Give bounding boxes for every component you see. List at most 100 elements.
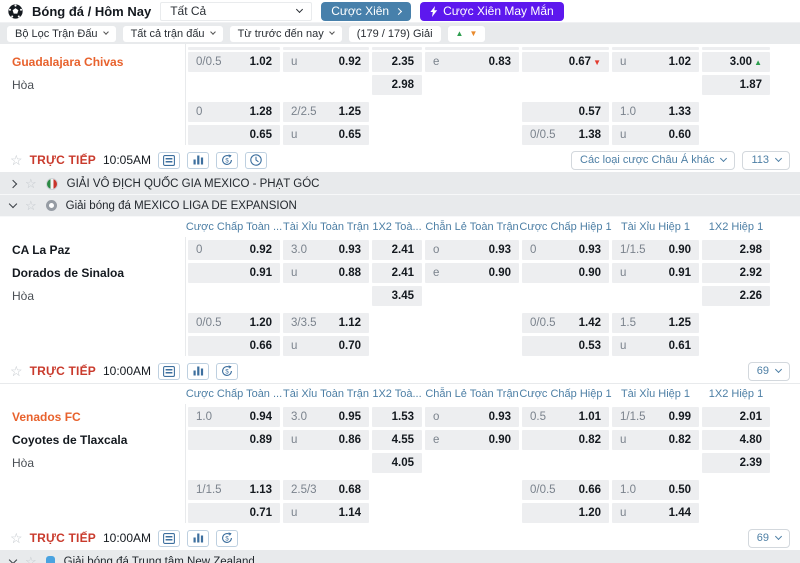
odds-cell[interactable]: 0.66 (188, 336, 280, 356)
league-header-new-zealand[interactable]: ☆ Giải bóng đá Trung tâm New Zealand (0, 551, 800, 563)
cashout-icon[interactable]: $ (216, 530, 238, 547)
odds-cell[interactable]: 2.26 (702, 286, 770, 306)
column-header[interactable]: 1X2 Hiệp 1 (709, 221, 763, 233)
odds-cell[interactable]: 2/2.51.25 (283, 102, 369, 122)
odds-cell[interactable]: 0/0.51.20 (188, 313, 280, 333)
odds-cell[interactable]: e0.90 (425, 430, 519, 450)
odds-cell[interactable]: 2.41 (372, 263, 422, 283)
odds-cell[interactable]: 0.51.01 (522, 407, 609, 427)
sort-button[interactable]: ▲ ▼ (448, 26, 486, 42)
column-header[interactable]: 1X2 Toà... (372, 388, 421, 400)
odds-cell[interactable]: 0.57 (522, 102, 609, 122)
odds-cell[interactable]: 0.67▼ (522, 52, 609, 72)
match-filter-chip[interactable]: Bộ Lọc Trận Đấu (7, 26, 116, 42)
odds-cell[interactable]: 3.00.95 (283, 407, 369, 427)
star-icon[interactable]: ☆ (25, 177, 37, 190)
stats-icon[interactable] (187, 530, 209, 547)
odds-cell[interactable]: 2.98 (372, 75, 422, 95)
odds-cell[interactable]: o0.93 (425, 407, 519, 427)
odds-cell[interactable]: e0.83 (425, 52, 519, 72)
more-bets-chip[interactable]: 113 (742, 151, 790, 170)
column-header[interactable]: Cược Chấp Hiệp 1 (519, 388, 611, 400)
column-header[interactable]: Tài Xỉu Hiệp 1 (621, 388, 690, 400)
odds-cell[interactable]: 0/0.51.38 (522, 125, 609, 145)
odds-cell[interactable]: u0.61 (612, 336, 699, 356)
odds-cell[interactable]: 0.65 (188, 125, 280, 145)
lucky-parlay-button[interactable]: Cược Xiên May Mắn (420, 2, 564, 21)
odds-cell[interactable]: 2.01 (702, 407, 770, 427)
odds-cell[interactable]: 2.92 (702, 263, 770, 283)
odds-cell[interactable]: 1.53 (372, 407, 422, 427)
odds-cell[interactable]: u0.92 (283, 52, 369, 72)
odds-cell[interactable]: u0.65 (283, 125, 369, 145)
odds-cell[interactable]: 3/3.51.12 (283, 313, 369, 333)
league-filter-select[interactable]: Tất Cả (160, 2, 312, 21)
column-header[interactable]: Cược Chấp Toàn ... (186, 388, 282, 400)
more-bets-chip[interactable]: 69 (748, 529, 790, 548)
odds-cell[interactable]: 0.71 (188, 503, 280, 523)
odds-cell[interactable]: 00.92 (188, 240, 280, 260)
column-header[interactable]: Cược Chấp Hiệp 1 (519, 221, 611, 233)
odds-cell[interactable]: 0/0.51.02 (188, 52, 280, 72)
odds-cell[interactable]: 0.90 (522, 263, 609, 283)
odds-cell[interactable]: 1/1.50.90 (612, 240, 699, 260)
odds-cell[interactable]: 1/1.51.13 (188, 480, 280, 500)
odds-cell[interactable]: 1.00.50 (612, 480, 699, 500)
star-icon[interactable]: ☆ (10, 153, 23, 167)
stats-icon[interactable] (187, 363, 209, 380)
odds-cell[interactable]: u0.88 (283, 263, 369, 283)
match-tracker-icon[interactable] (158, 530, 180, 547)
odds-cell[interactable]: 4.80 (702, 430, 770, 450)
parlay-button[interactable]: Cược Xiên (321, 2, 411, 21)
odds-cell[interactable]: 1.87 (702, 75, 770, 95)
odds-cell[interactable]: 01.28 (188, 102, 280, 122)
odds-cell[interactable]: 1.01.33 (612, 102, 699, 122)
column-header[interactable]: Chẵn Lẻ Toàn Trận (425, 388, 518, 400)
odds-cell[interactable]: 2.41 (372, 240, 422, 260)
odds-cell[interactable]: u0.86 (283, 430, 369, 450)
league-count-chip[interactable]: (179 / 179) Giải (349, 26, 441, 42)
odds-cell[interactable]: 1.20 (522, 503, 609, 523)
league-header-liga-de-expansion[interactable]: ☆ Giải bóng đá MEXICO LIGA DE EXPANSION (0, 195, 800, 217)
more-bets-chip[interactable]: Các loại cược Châu Á khác (571, 151, 735, 170)
draw-label[interactable]: Hòa (0, 75, 185, 95)
match-tracker-icon[interactable] (158, 363, 180, 380)
match-tracker-icon[interactable] (158, 152, 180, 169)
star-icon[interactable]: ☆ (25, 199, 37, 212)
odds-cell[interactable]: 0/0.51.42 (522, 313, 609, 333)
cashout-icon[interactable]: $ (216, 363, 238, 380)
odds-cell[interactable]: 0/0.50.66 (522, 480, 609, 500)
odds-cell[interactable]: u0.60 (612, 125, 699, 145)
column-header[interactable]: Cược Chấp Toàn ... (186, 221, 282, 233)
odds-cell[interactable]: 3.00.93 (283, 240, 369, 260)
odds-cell[interactable]: 00.93 (522, 240, 609, 260)
odds-cell[interactable]: u0.91 (612, 263, 699, 283)
column-header[interactable]: Tài Xỉu Hiệp 1 (621, 221, 690, 233)
odds-cell[interactable]: u1.44 (612, 503, 699, 523)
team-name[interactable]: Venados FC (0, 407, 185, 427)
odds-cell[interactable]: 2.5/30.68 (283, 480, 369, 500)
odds-cell[interactable]: 2.35 (372, 52, 422, 72)
odds-cell[interactable]: 0.82 (522, 430, 609, 450)
team-name[interactable]: Guadalajara Chivas (0, 52, 185, 72)
stats-icon[interactable] (187, 152, 209, 169)
column-header[interactable]: Tài Xỉu Toàn Trận (283, 388, 369, 400)
odds-cell[interactable]: 3.00▲ (702, 52, 770, 72)
odds-cell[interactable]: 0.89 (188, 430, 280, 450)
odds-cell[interactable]: u0.82 (612, 430, 699, 450)
cashout-icon[interactable]: $ (216, 152, 238, 169)
odds-cell[interactable]: 0.53 (522, 336, 609, 356)
draw-label[interactable]: Hòa (0, 453, 185, 473)
odds-cell[interactable]: 1.00.94 (188, 407, 280, 427)
odds-cell[interactable]: 1/1.50.99 (612, 407, 699, 427)
odds-cell[interactable]: u1.02 (612, 52, 699, 72)
clock-icon[interactable] (245, 152, 267, 169)
odds-cell[interactable]: u1.14 (283, 503, 369, 523)
odds-cell[interactable]: o0.93 (425, 240, 519, 260)
odds-cell[interactable]: 3.45 (372, 286, 422, 306)
all-matches-chip[interactable]: Tất cả trận đấu (123, 26, 223, 42)
team-name[interactable]: Dorados de Sinaloa (0, 263, 185, 283)
column-header[interactable]: 1X2 Toà... (372, 221, 421, 233)
draw-label[interactable]: Hòa (0, 286, 185, 306)
league-header-mexico-corners[interactable]: ☆ GIẢI VÔ ĐỊCH QUỐC GIA MEXICO - PHẠT GÓ… (0, 173, 800, 195)
